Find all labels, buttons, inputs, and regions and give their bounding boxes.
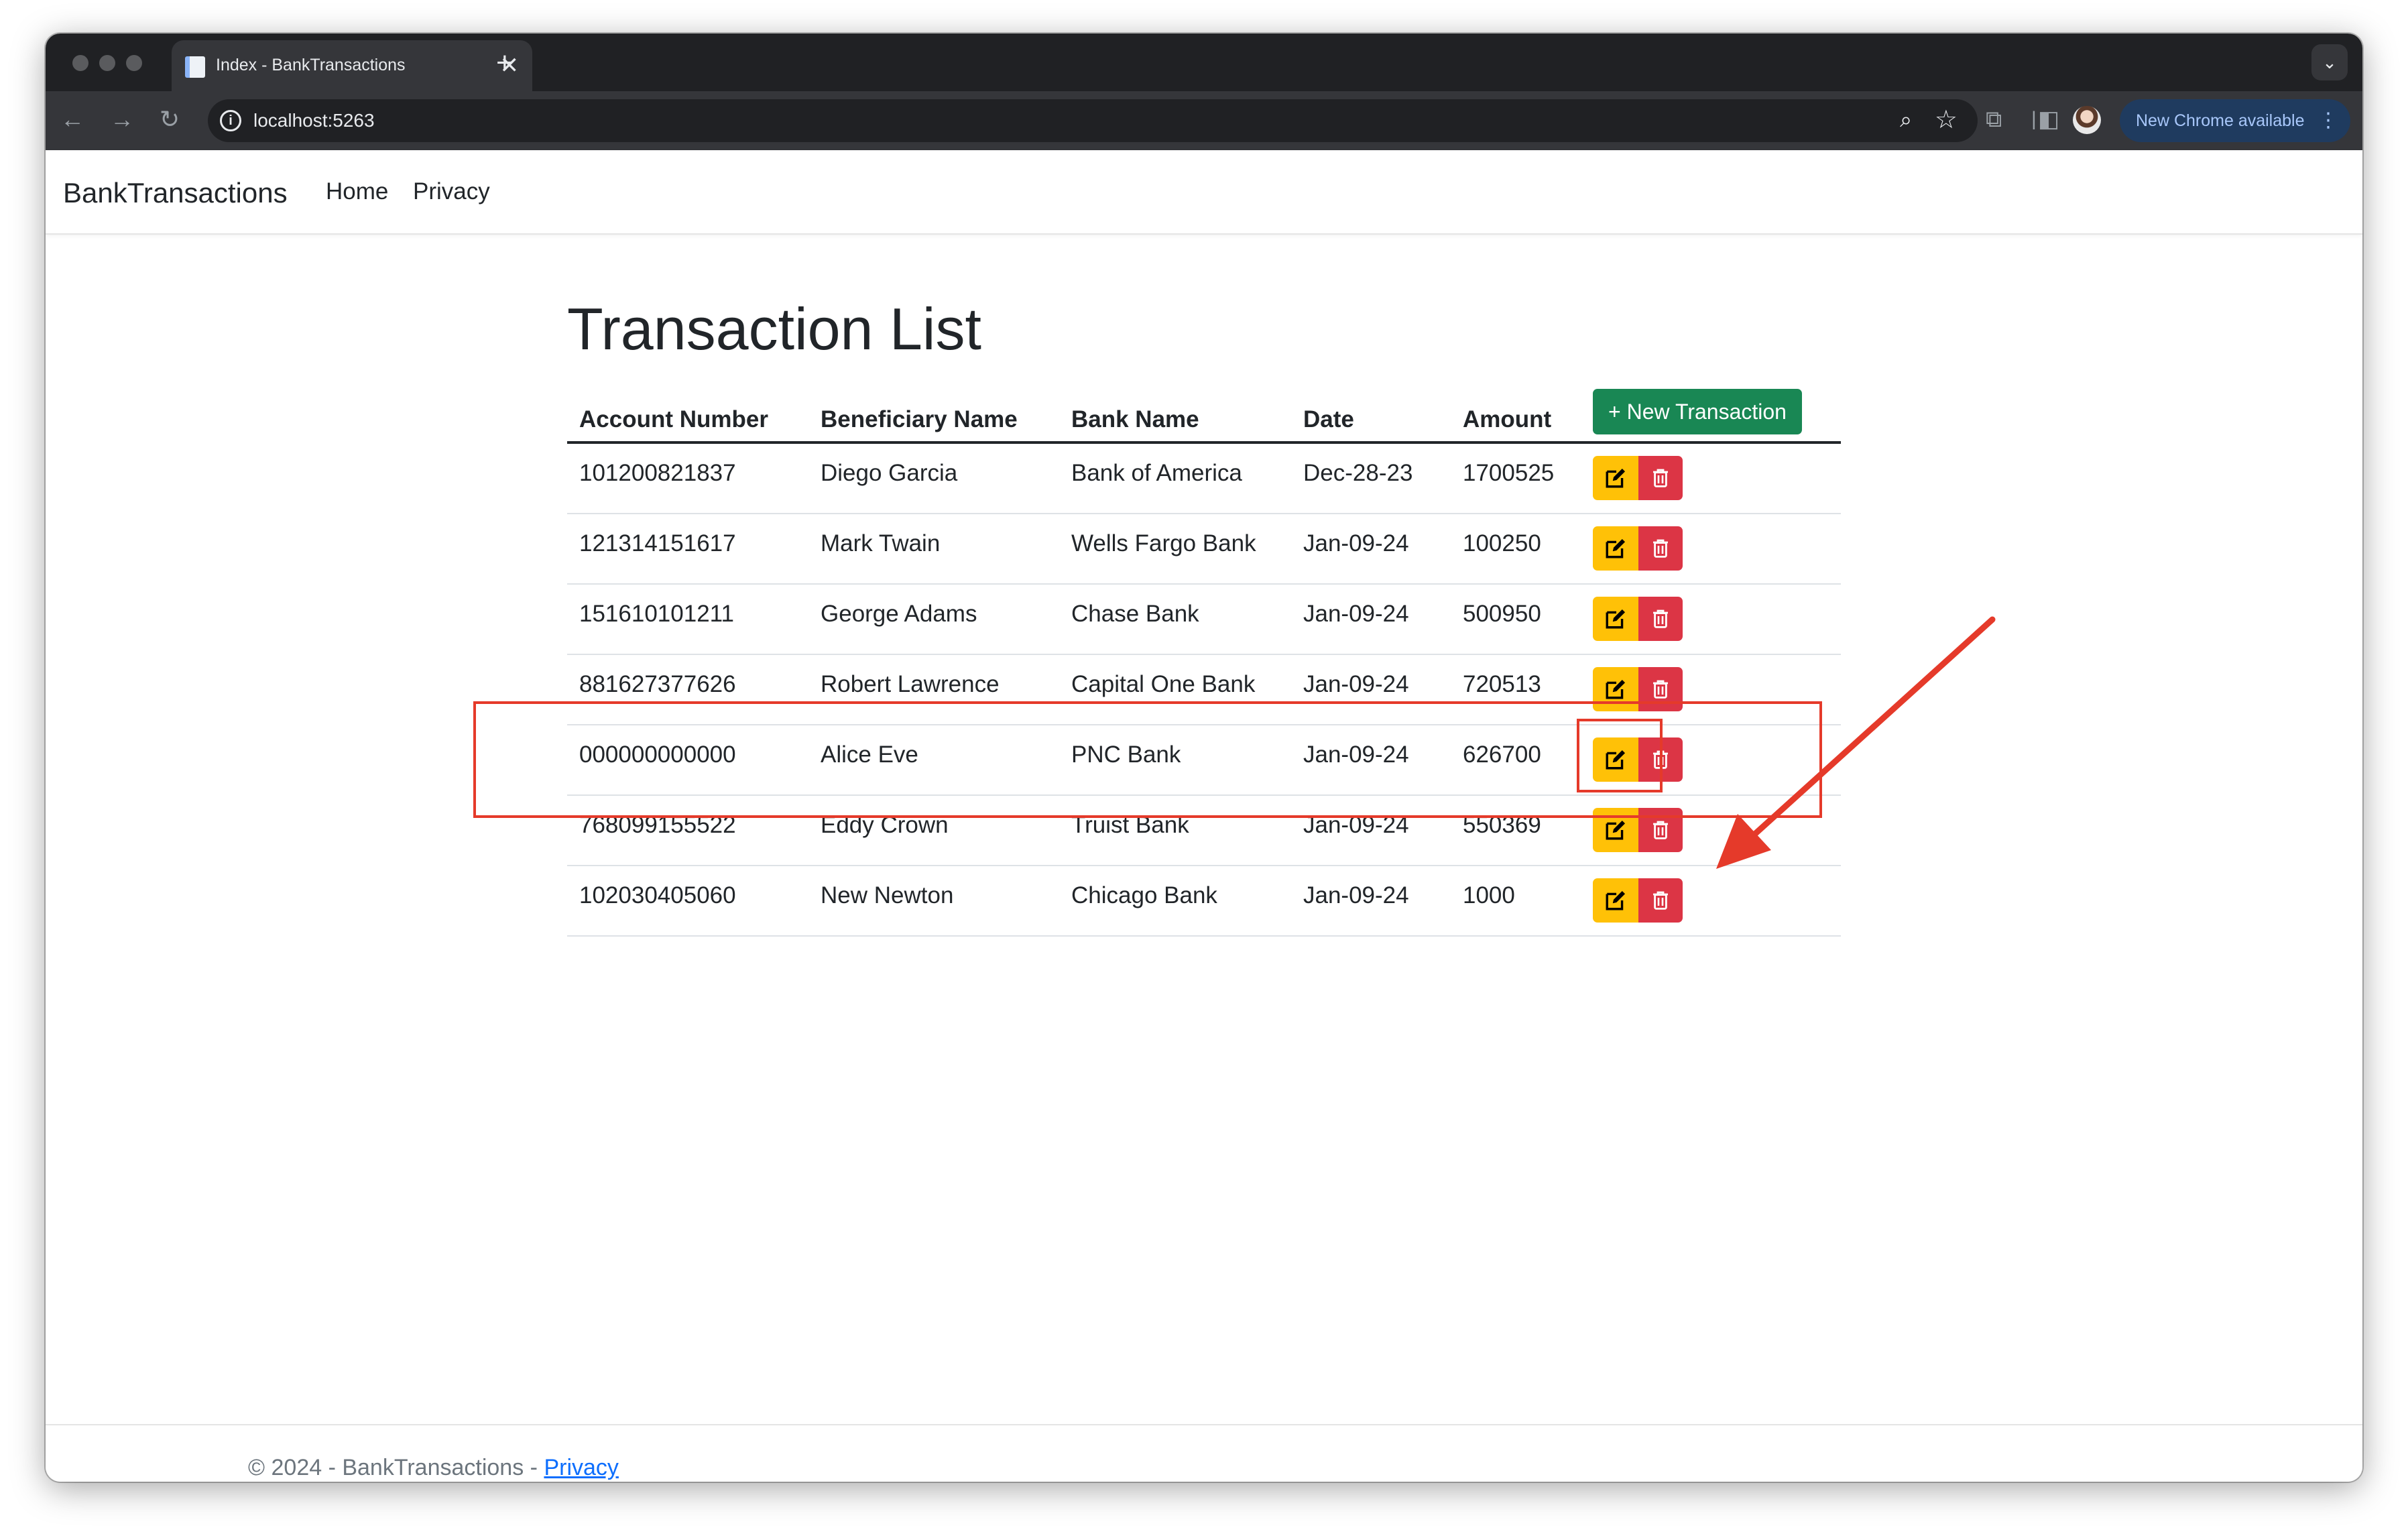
screenshot-stage: Index - BankTransactions ✕ + ⌄ ← → ↻ i l… — [0, 0, 2408, 1538]
arrow-annotation — [1716, 616, 1996, 869]
